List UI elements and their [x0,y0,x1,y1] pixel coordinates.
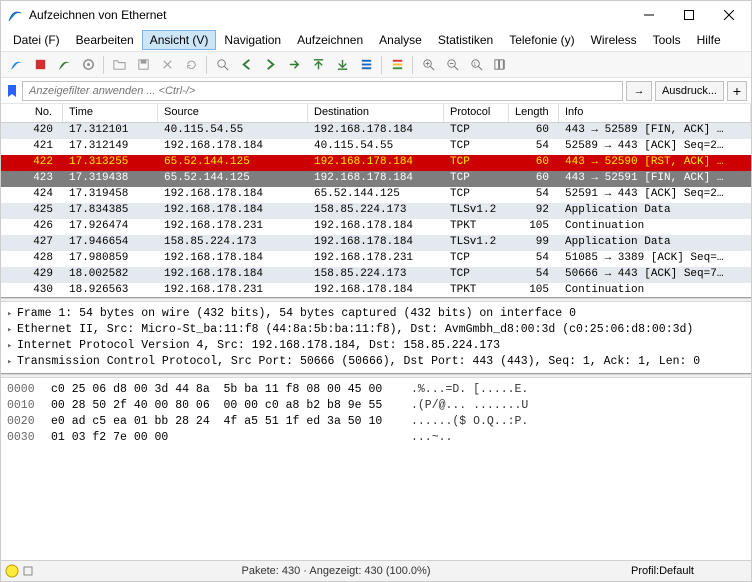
close-file-icon[interactable] [156,54,178,76]
packet-row[interactable]: 42217.31325565.52.144.125192.168.178.184… [1,155,751,171]
packet-details-pane[interactable]: ▸Frame 1: 54 bytes on wire (432 bits), 5… [1,302,751,374]
menu-help[interactable]: Hilfe [689,30,729,50]
open-file-icon[interactable] [108,54,130,76]
menu-view[interactable]: Ansicht (V) [142,30,217,50]
col-time[interactable]: Time [63,104,158,122]
stop-capture-icon[interactable] [29,54,51,76]
filter-apply-arrow[interactable]: → [626,81,652,101]
menu-bar: Datei (F) Bearbeiten Ansicht (V) Navigat… [1,29,751,51]
bookmark-icon[interactable] [5,84,19,98]
save-file-icon[interactable] [132,54,154,76]
expand-icon[interactable]: ▸ [7,338,17,354]
status-profile[interactable]: Profil:Default [631,565,751,577]
expand-icon[interactable]: ▸ [7,354,17,370]
restart-capture-icon[interactable] [53,54,75,76]
col-info[interactable]: Info [559,104,751,122]
expression-button[interactable]: Ausdruck... [655,81,724,101]
packet-row[interactable]: 42417.319458192.168.178.18465.52.144.125… [1,187,751,203]
packet-list-header: No. Time Source Destination Protocol Len… [1,104,751,123]
next-packet-icon[interactable] [259,54,281,76]
find-icon[interactable] [211,54,233,76]
toolbar: 1 [1,51,751,78]
packet-row[interactable]: 42317.31943865.52.144.125192.168.178.184… [1,171,751,187]
maximize-button[interactable] [669,1,709,29]
capture-options-icon[interactable] [77,54,99,76]
packet-row[interactable]: 42617.926474192.168.178.231192.168.178.1… [1,219,751,235]
capture-file-icon[interactable] [23,566,33,576]
detail-row[interactable]: ▸Transmission Control Protocol, Src Port… [7,354,745,370]
goto-packet-icon[interactable] [283,54,305,76]
packet-row[interactable]: 42017.31210140.115.54.55192.168.178.184T… [1,123,751,139]
zoom-in-icon[interactable] [417,54,439,76]
hex-row[interactable]: 001000 28 50 2f 40 00 80 06 00 00 c0 a8 … [7,398,745,414]
packet-row[interactable]: 43018.926563192.168.178.231192.168.178.1… [1,283,751,297]
menu-edit[interactable]: Bearbeiten [68,30,142,50]
auto-scroll-icon[interactable] [355,54,377,76]
app-icon [7,7,23,23]
colorize-icon[interactable] [386,54,408,76]
toolbar-separator [103,56,104,74]
packet-list-pane: No. Time Source Destination Protocol Len… [1,104,751,298]
toolbar-separator [412,56,413,74]
svg-text:1: 1 [473,62,476,68]
goto-last-icon[interactable] [331,54,353,76]
goto-first-icon[interactable] [307,54,329,76]
menu-analyze[interactable]: Analyse [371,30,430,50]
start-capture-icon[interactable] [5,54,27,76]
zoom-reset-icon[interactable]: 1 [465,54,487,76]
menu-tools[interactable]: Tools [645,30,689,50]
status-bar: Pakete: 430 · Angezeigt: 430 (100.0%) Pr… [1,560,751,581]
resize-columns-icon[interactable] [489,54,511,76]
zoom-out-icon[interactable] [441,54,463,76]
detail-row[interactable]: ▸Internet Protocol Version 4, Src: 192.1… [7,338,745,354]
packet-row[interactable]: 42717.946654158.85.224.173192.168.178.18… [1,235,751,251]
packet-bytes-pane[interactable]: 0000c0 25 06 d8 00 3d 44 8a 5b ba 11 f8 … [1,378,751,560]
expert-info-icon[interactable] [5,564,19,578]
detail-row[interactable]: ▸Frame 1: 54 bytes on wire (432 bits), 5… [7,306,745,322]
minimize-button[interactable] [629,1,669,29]
col-no[interactable]: No. [1,104,63,122]
menu-file[interactable]: Datei (F) [5,30,68,50]
add-filter-button[interactable]: + [727,81,747,101]
title-bar: Aufzeichnen von Ethernet [1,1,751,29]
packet-row[interactable]: 42117.312149192.168.178.18440.115.54.55T… [1,139,751,155]
hex-row[interactable]: 003001 03 f2 7e 00 00...~.. [7,430,745,446]
menu-nav[interactable]: Navigation [216,30,289,50]
menu-stats[interactable]: Statistiken [430,30,501,50]
hex-row[interactable]: 0000c0 25 06 d8 00 3d 44 8a 5b ba 11 f8 … [7,382,745,398]
expand-icon[interactable]: ▸ [7,306,17,322]
menu-wireless[interactable]: Wireless [583,30,645,50]
toolbar-separator [381,56,382,74]
detail-row[interactable]: ▸Ethernet II, Src: Micro-St_ba:11:f8 (44… [7,322,745,338]
packet-row[interactable]: 42817.980859192.168.178.184192.168.178.2… [1,251,751,267]
toolbar-separator [206,56,207,74]
prev-packet-icon[interactable] [235,54,257,76]
display-filter-input[interactable] [22,81,623,101]
hex-row[interactable]: 0020e0 ad c5 ea 01 bb 28 24 4f a5 51 1f … [7,414,745,430]
expand-icon[interactable]: ▸ [7,322,17,338]
packet-row[interactable]: 42517.834385192.168.178.184158.85.224.17… [1,203,751,219]
menu-capture[interactable]: Aufzeichnen [289,30,371,50]
col-source[interactable]: Source [158,104,308,122]
close-button[interactable] [709,1,749,29]
reload-icon[interactable] [180,54,202,76]
window-title: Aufzeichnen von Ethernet [29,8,629,22]
packet-row[interactable]: 42918.002582192.168.178.184158.85.224.17… [1,267,751,283]
filter-bar: → Ausdruck... + [1,78,751,104]
status-packets: Pakete: 430 · Angezeigt: 430 (100.0%) [41,565,631,577]
col-protocol[interactable]: Protocol [444,104,509,122]
menu-telephony[interactable]: Telefonie (y) [501,30,582,50]
packet-list-body[interactable]: 42017.31210140.115.54.55192.168.178.184T… [1,123,751,297]
col-destination[interactable]: Destination [308,104,444,122]
col-length[interactable]: Length [509,104,559,122]
